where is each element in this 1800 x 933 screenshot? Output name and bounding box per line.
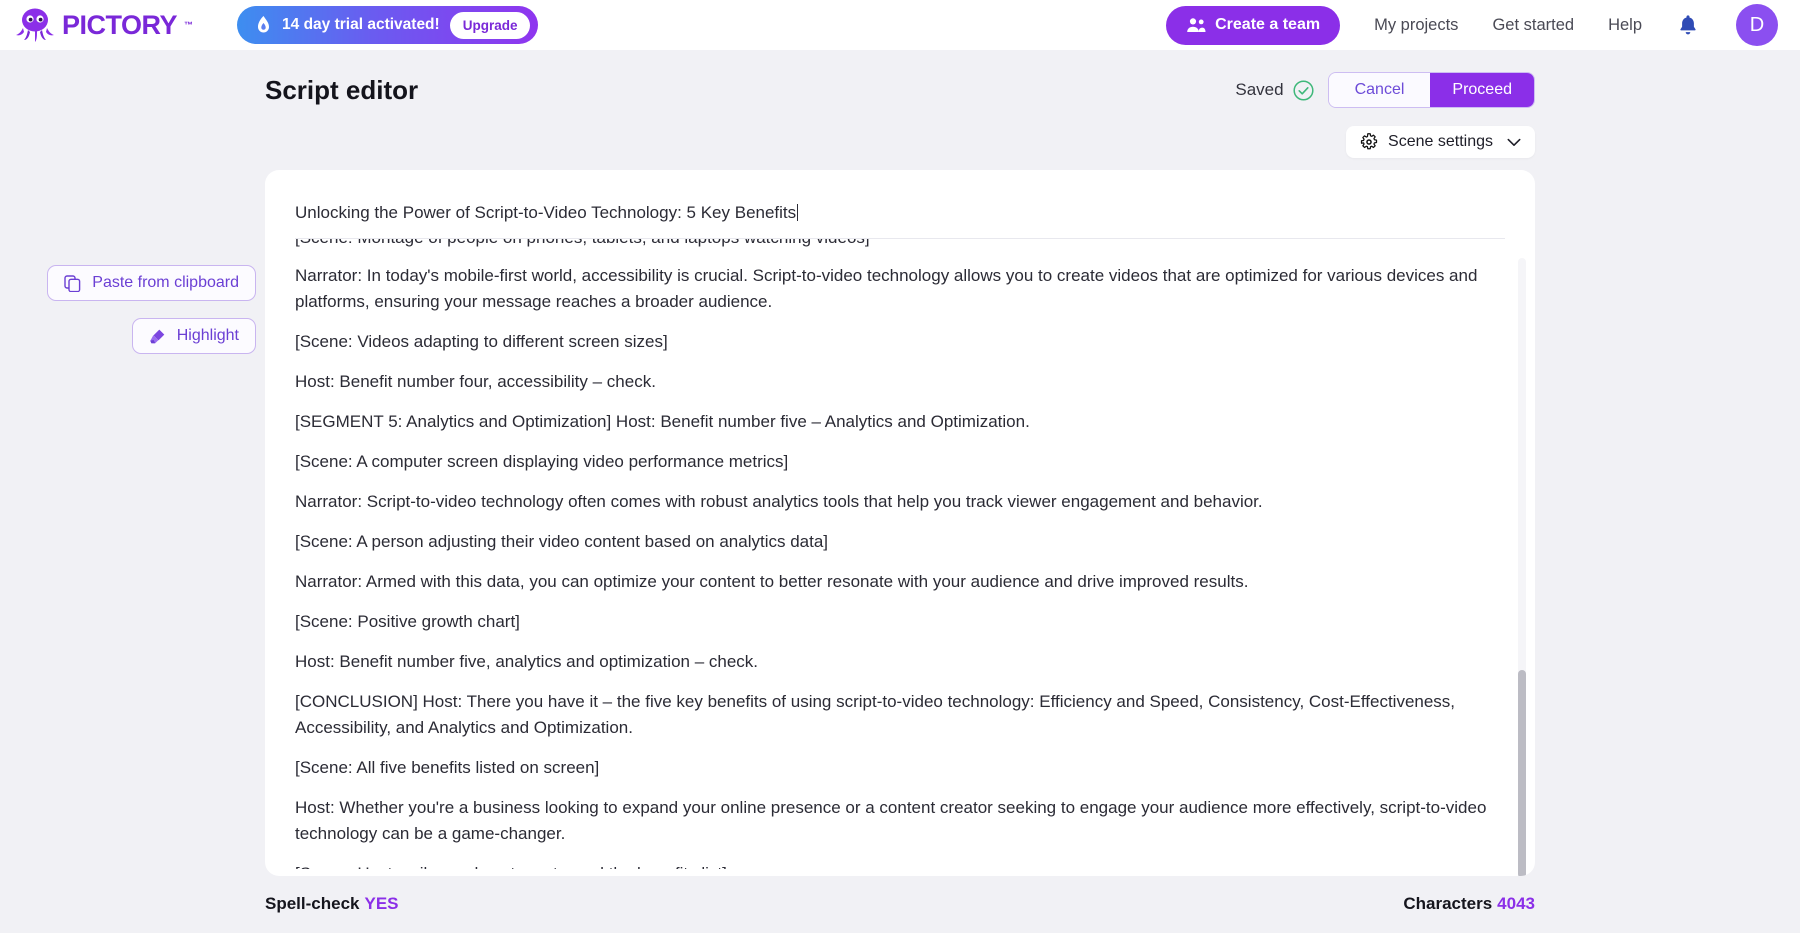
header-actions: Saved Cancel Proceed [1235,72,1535,108]
proceed-button[interactable]: Proceed [1430,73,1534,107]
nav-link-get-started[interactable]: Get started [1492,16,1574,35]
scene-settings-row: Scene settings [0,126,1800,158]
highlight-button[interactable]: Highlight [132,318,256,354]
highlighter-pen-icon [149,328,166,345]
script-paragraph: Host: Benefit number five, analytics and… [295,649,1489,675]
highlight-label: Highlight [177,327,239,345]
script-paragraph: [Scene: Host smiles and gestures toward … [295,861,1489,869]
script-title-zone: Unlocking the Power of Script-to-Video T… [265,170,1535,224]
editor-footer: Spell-check YES Characters 4043 [0,876,1800,932]
brand-name: PICTORY [62,10,177,41]
left-tools-rail: Paste from clipboard Highlight [0,170,265,870]
page-title: Script editor [265,75,418,106]
script-paragraph: Host: Benefit number four, accessibility… [295,369,1489,395]
create-a-team-button[interactable]: Create a team [1166,6,1340,45]
script-paragraph: [CONCLUSION] Host: There you have it – t… [295,689,1489,741]
spell-check-label: Spell-check [265,894,360,913]
copy-clipboard-icon [64,275,81,292]
user-avatar[interactable]: D [1736,4,1778,46]
gear-icon [1360,133,1378,151]
clipped-scrolled-line: [Scene: Montage of people on phones, tab… [295,239,1489,250]
spell-check-status[interactable]: Spell-check YES [265,894,399,914]
create-a-team-label: Create a team [1215,16,1320,34]
flame-icon [255,16,272,35]
script-paragraph: [Scene: Videos adapting to different scr… [295,329,1489,355]
script-paragraph: [Scene: A computer screen displaying vid… [295,449,1489,475]
saved-status-label: Saved [1235,80,1283,100]
brand-logo[interactable]: PICTORY ™ [14,6,193,44]
trial-banner: 14 day trial activated! Upgrade [237,6,538,44]
nav-right-group: Create a team My projects Get started He… [1166,4,1778,46]
notification-bell-icon[interactable] [1678,14,1698,36]
upgrade-button[interactable]: Upgrade [450,12,531,39]
saved-status: Saved [1235,80,1313,101]
octopus-logo-icon [14,6,56,44]
script-paragraph: [SEGMENT 5: Analytics and Optimization] … [295,409,1489,435]
page-header: Script editor Saved Cancel Proceed [0,50,1800,112]
script-paragraph: Host: Whether you're a business looking … [295,795,1489,847]
editor-action-buttons: Cancel Proceed [1328,72,1535,108]
script-paragraph: [Scene: All five benefits listed on scre… [295,755,1489,781]
trial-text: 14 day trial activated! [282,16,440,34]
script-editor-card: Unlocking the Power of Script-to-Video T… [265,170,1535,876]
nav-link-my-projects[interactable]: My projects [1374,16,1458,35]
trademark-symbol: ™ [184,20,193,30]
check-circle-icon [1293,80,1314,101]
script-paragraph: Narrator: Armed with this data, you can … [295,569,1489,595]
character-count: Characters 4043 [1403,894,1535,914]
editor-scrollbar-thumb[interactable] [1518,670,1526,876]
characters-value: 4043 [1497,894,1535,913]
script-paragraph: [Scene: A person adjusting their video c… [295,529,1489,555]
paste-from-clipboard-button[interactable]: Paste from clipboard [47,265,256,301]
script-paragraph: [Scene: Positive growth chart] [295,609,1489,635]
clipped-scrolled-line-text: [Scene: Montage of people on phones, tab… [295,239,870,250]
nav-link-help[interactable]: Help [1608,16,1642,35]
people-group-icon [1186,17,1206,33]
scene-settings-label: Scene settings [1388,133,1493,151]
editor-main-row: Paste from clipboard Highlight Unlocking… [0,170,1800,870]
script-title-input[interactable]: Unlocking the Power of Script-to-Video T… [295,202,1505,224]
script-paragraph: Narrator: Script-to-video technology oft… [295,489,1489,515]
scene-settings-button[interactable]: Scene settings [1346,126,1535,158]
chevron-down-icon [1503,138,1521,147]
text-cursor [797,204,798,221]
spell-check-value: YES [365,894,399,913]
script-title-value: Unlocking the Power of Script-to-Video T… [295,203,796,222]
characters-label: Characters [1403,894,1492,913]
paste-from-clipboard-label: Paste from clipboard [92,274,239,292]
script-paragraph: Narrator: In today's mobile-first world,… [295,263,1489,315]
cancel-button[interactable]: Cancel [1329,73,1431,107]
top-navigation-bar: PICTORY ™ 14 day trial activated! Upgrad… [0,0,1800,50]
script-body-textarea[interactable]: [Scene: Montage of people on phones, tab… [265,239,1535,869]
